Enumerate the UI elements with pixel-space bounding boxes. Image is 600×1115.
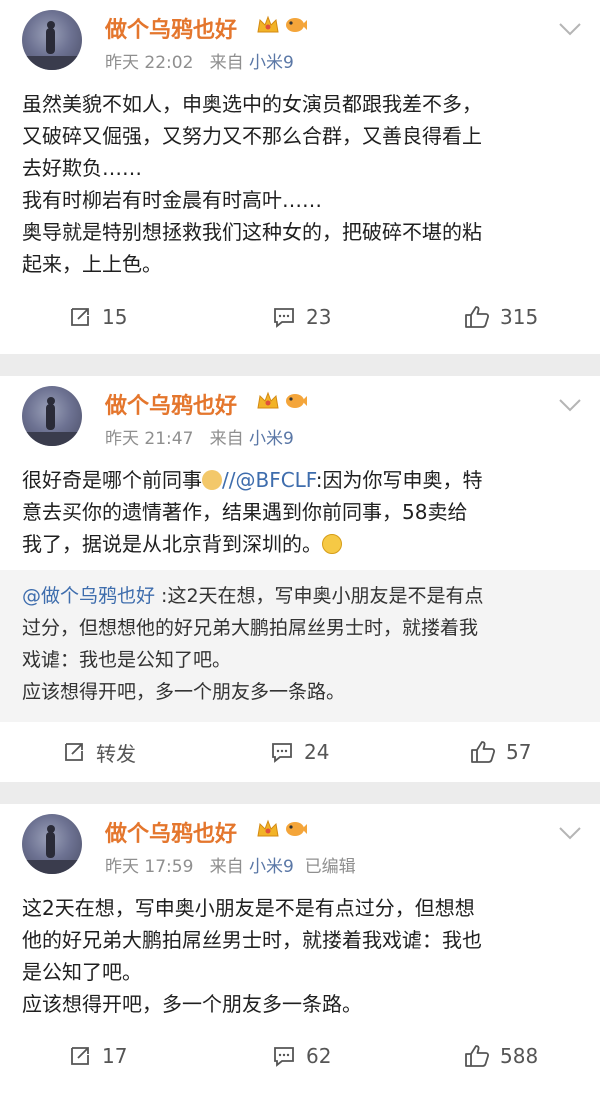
like-count: 315	[500, 305, 539, 329]
post-header: 做个乌鸦也好 昨天 22:02 来自 小米9	[0, 0, 600, 84]
author-name[interactable]: 做个乌鸦也好	[105, 816, 237, 848]
post-line: 起来，上上色。	[22, 252, 162, 276]
chevron-down-icon[interactable]	[558, 22, 582, 36]
separator	[0, 782, 600, 804]
repost-button[interactable]: 17	[68, 1020, 127, 1092]
grin-emoji-icon	[322, 534, 342, 554]
post-line: 奥导就是特别想拯救我们这种女的，把破碎不堪的粘	[22, 220, 482, 244]
chevron-down-icon[interactable]	[558, 398, 582, 412]
post-line: 我有时柳岩有时金晨有时高叶……	[22, 188, 322, 212]
chevron-down-icon[interactable]	[558, 826, 582, 840]
like-button[interactable]: 57	[470, 722, 531, 782]
repost-button[interactable]: 15	[68, 280, 127, 354]
repost-button[interactable]: 转发	[62, 722, 136, 782]
post-card: 做个乌鸦也好 昨天 21:47 来自 小米9 很好奇是哪个前同事 //@BFCLF…	[0, 376, 600, 782]
like-count: 588	[500, 1044, 539, 1068]
quote-mention[interactable]: @做个乌鸦也好	[22, 585, 155, 607]
post-meta: 昨天 22:02 来自 小米9	[105, 48, 294, 73]
repost-count: 17	[102, 1044, 128, 1068]
fish-badge-icon	[286, 394, 307, 408]
crown-badge-icon	[257, 819, 279, 837]
like-icon	[465, 306, 490, 328]
dog-emoji-icon	[202, 470, 222, 490]
from-label: 来自	[209, 429, 244, 449]
mention-link[interactable]: //@BFCLF	[222, 468, 316, 492]
post-text-before: 很好奇是哪个前同事	[22, 468, 202, 492]
crown-badge-icon	[257, 15, 279, 33]
post-text-after: :因为你写申奥，特	[315, 468, 483, 492]
comment-button[interactable]: 23	[272, 280, 331, 354]
repost-count: 15	[102, 305, 128, 329]
crown-badge-icon	[257, 391, 279, 409]
post-line: 他的好兄弟大鹏拍屌丝男士时，就搂着我戏谑：我也	[22, 928, 482, 952]
post-time: 昨天 21:47	[105, 429, 194, 449]
quote-line: @做个乌鸦也好 :这2天在想，写申奥小朋友是不是有点	[22, 580, 578, 612]
action-bar: 17 62 588	[0, 1020, 600, 1092]
weibo-feed: 做个乌鸦也好 昨天 22:02 来自 小米9 虽然美貌不如人，申奥选中的女演员都…	[0, 0, 600, 1115]
post-meta: 昨天 17:59 来自 小米9 已编辑	[105, 852, 356, 877]
post-time: 昨天 17:59	[105, 857, 194, 877]
like-count: 57	[506, 740, 532, 764]
post-text: 虽然美貌不如人，申奥选中的女演员都跟我差不多， 又破碎又倔强，又努力又不那么合群…	[0, 84, 600, 280]
post-text: 这2天在想，写申奥小朋友是不是有点过分，但想想 他的好兄弟大鹏拍屌丝男士时，就搂…	[0, 888, 600, 1020]
post-header: 做个乌鸦也好 昨天 21:47 来自 小米9	[0, 376, 600, 460]
avatar[interactable]	[22, 814, 82, 874]
separator	[0, 354, 600, 376]
repost-icon	[71, 1047, 89, 1065]
post-line: 这2天在想，写申奥小朋友是不是有点过分，但想想	[22, 896, 475, 920]
post-line: 去好欺负……	[22, 156, 142, 180]
avatar[interactable]	[22, 386, 82, 446]
post-source[interactable]: 小米9	[249, 857, 294, 877]
fish-badge-icon	[286, 18, 307, 32]
fish-badge-icon	[286, 822, 307, 836]
post-source[interactable]: 小米9	[249, 429, 294, 449]
quote-text: :这2天在想，写申奥小朋友是不是有点	[155, 585, 484, 607]
comment-icon	[274, 308, 294, 328]
quote-line: 过分，但想想他的好兄弟大鹏拍屌丝男士时，就搂着我	[22, 617, 479, 639]
like-button[interactable]: 315	[464, 280, 538, 354]
author-name[interactable]: 做个乌鸦也好	[105, 12, 237, 44]
quoted-post[interactable]: @做个乌鸦也好 :这2天在想，写申奥小朋友是不是有点 过分，但想想他的好兄弟大鹏…	[0, 570, 600, 722]
edited-label: 已编辑	[304, 857, 356, 877]
post-card: 做个乌鸦也好 昨天 17:59 来自 小米9 已编辑 这2天在想，写申奥小朋友是…	[0, 804, 600, 1115]
from-label: 来自	[209, 857, 244, 877]
post-card: 做个乌鸦也好 昨天 22:02 来自 小米9 虽然美貌不如人，申奥选中的女演员都…	[0, 0, 600, 354]
post-time: 昨天 22:02	[105, 53, 194, 73]
post-line: 虽然美貌不如人，申奥选中的女演员都跟我差不多，	[22, 92, 482, 116]
comment-icon	[272, 743, 292, 763]
repost-label: 转发	[96, 741, 136, 766]
repost-icon	[65, 743, 83, 761]
comment-button[interactable]: 24	[270, 722, 329, 782]
from-label: 来自	[209, 53, 244, 73]
comment-count: 23	[306, 305, 332, 329]
like-icon	[465, 1045, 490, 1067]
post-line: 意去买你的遗情著作，结果遇到你前同事，58卖给	[22, 500, 468, 524]
like-icon	[471, 741, 496, 763]
comment-icon	[274, 1047, 294, 1067]
like-button[interactable]: 588	[464, 1020, 538, 1092]
post-text: 很好奇是哪个前同事 //@BFCLF:因为你写申奥，特 意去买你的遗情著作，结果遇…	[0, 460, 600, 570]
post-line: 很好奇是哪个前同事 //@BFCLF:因为你写申奥，特	[22, 464, 578, 496]
comment-button[interactable]: 62	[272, 1020, 331, 1092]
post-line: 应该想得开吧，多一个朋友多一条路。	[22, 992, 362, 1016]
comment-count: 62	[306, 1044, 332, 1068]
quote-line: 戏谑：我也是公知了吧。	[22, 649, 232, 671]
post-source[interactable]: 小米9	[249, 53, 294, 73]
author-name[interactable]: 做个乌鸦也好	[105, 388, 237, 420]
post-meta: 昨天 21:47 来自 小米9	[105, 424, 294, 449]
post-line: 又破碎又倔强，又努力又不那么合群，又善良得看上	[22, 124, 482, 148]
action-bar: 15 23 315	[0, 280, 600, 354]
comment-count: 24	[304, 740, 330, 764]
repost-icon	[71, 308, 89, 326]
action-bar: 转发 24 57	[0, 722, 600, 782]
post-text: 我了，据说是从北京背到深圳的。	[22, 532, 322, 556]
avatar[interactable]	[22, 10, 82, 70]
post-line: 是公知了吧。	[22, 960, 142, 984]
post-header: 做个乌鸦也好 昨天 17:59 来自 小米9 已编辑	[0, 804, 600, 888]
post-line: 我了，据说是从北京背到深圳的。	[22, 528, 578, 560]
quote-line: 应该想得开吧，多一个朋友多一条路。	[22, 681, 346, 703]
